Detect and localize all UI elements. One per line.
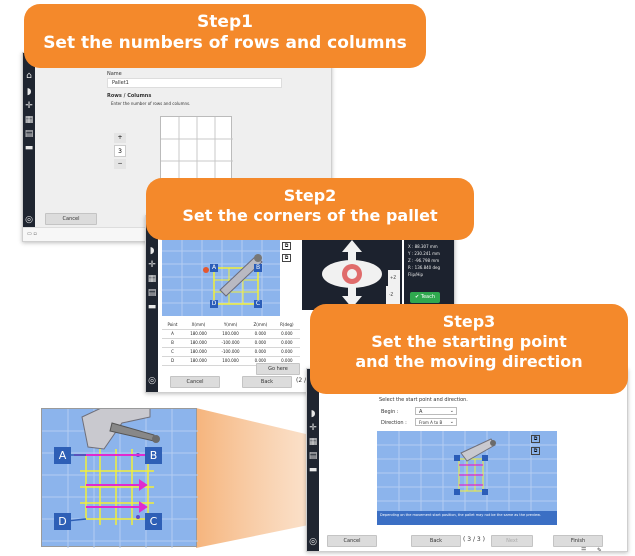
zoom-inset: A B C D	[41, 408, 198, 548]
move-icon[interactable]: ✛	[307, 423, 319, 433]
begin-label: Begin :	[381, 409, 399, 415]
corner-b-marker: B	[145, 447, 162, 464]
wrench-icon[interactable]: ✎	[597, 547, 602, 551]
view-icon[interactable]: ⧉	[531, 435, 540, 443]
corner-c-marker: C	[145, 513, 162, 530]
program-icon[interactable]: ▬	[307, 465, 319, 475]
settings-icon[interactable]: ◎	[307, 537, 319, 547]
step3-window: ◗ ✛ ▦ ▤ ▬ ◎ Select the start point and d…	[306, 368, 628, 552]
chevron-down-icon: ⌄	[449, 419, 454, 425]
step3-subtitle: Set the starting point	[371, 332, 567, 351]
copy-icon[interactable]: ⧉	[531, 447, 540, 455]
note-banner: Depending on the movement start position…	[377, 511, 557, 525]
direction-value: From A to B	[419, 420, 443, 425]
step3-banner: Step3 Set the starting point and the mov…	[310, 304, 628, 394]
begin-value: A	[419, 409, 423, 415]
list-icon[interactable]: ☰	[581, 547, 586, 551]
corner-c-marker	[482, 489, 488, 495]
step3-subtitle-2: and the moving direction	[355, 352, 583, 371]
page-indicator: ( 3 / 3 )	[463, 536, 485, 543]
direction-label: Direction :	[381, 420, 407, 426]
corner-d-marker	[454, 489, 460, 495]
begin-select[interactable]: A ⌄	[415, 407, 457, 415]
instruction-text: Select the start point and direction.	[379, 397, 468, 403]
corner-d-marker: D	[54, 513, 71, 530]
next-button[interactable]: Next	[491, 535, 533, 547]
step3-title: Step3	[442, 312, 496, 331]
moon-icon[interactable]: ◗	[307, 409, 319, 419]
composite-tutorial: ⌂ ◗ ✛ ▦ ▤ ▬ ◎ Name Pallet1 Rows / Column…	[0, 0, 635, 556]
corner-a-marker: A	[54, 447, 71, 464]
sidebar: ◗ ✛ ▦ ▤ ▬ ◎	[307, 369, 319, 551]
back-button[interactable]: Back	[411, 535, 461, 547]
direction-select[interactable]: From A to B ⌄	[415, 418, 457, 426]
chevron-down-icon: ⌄	[449, 408, 454, 414]
list-icon[interactable]: ▤	[307, 451, 319, 461]
note-text: Depending on the movement start position…	[380, 513, 541, 517]
preview-grid	[377, 431, 557, 511]
preview-map	[377, 431, 557, 511]
corner-b-marker	[482, 455, 488, 461]
corner-a-marker	[454, 455, 460, 461]
finish-button[interactable]: Finish	[553, 535, 603, 547]
grid-icon[interactable]: ▦	[307, 437, 319, 447]
cancel-button[interactable]: Cancel	[327, 535, 377, 547]
